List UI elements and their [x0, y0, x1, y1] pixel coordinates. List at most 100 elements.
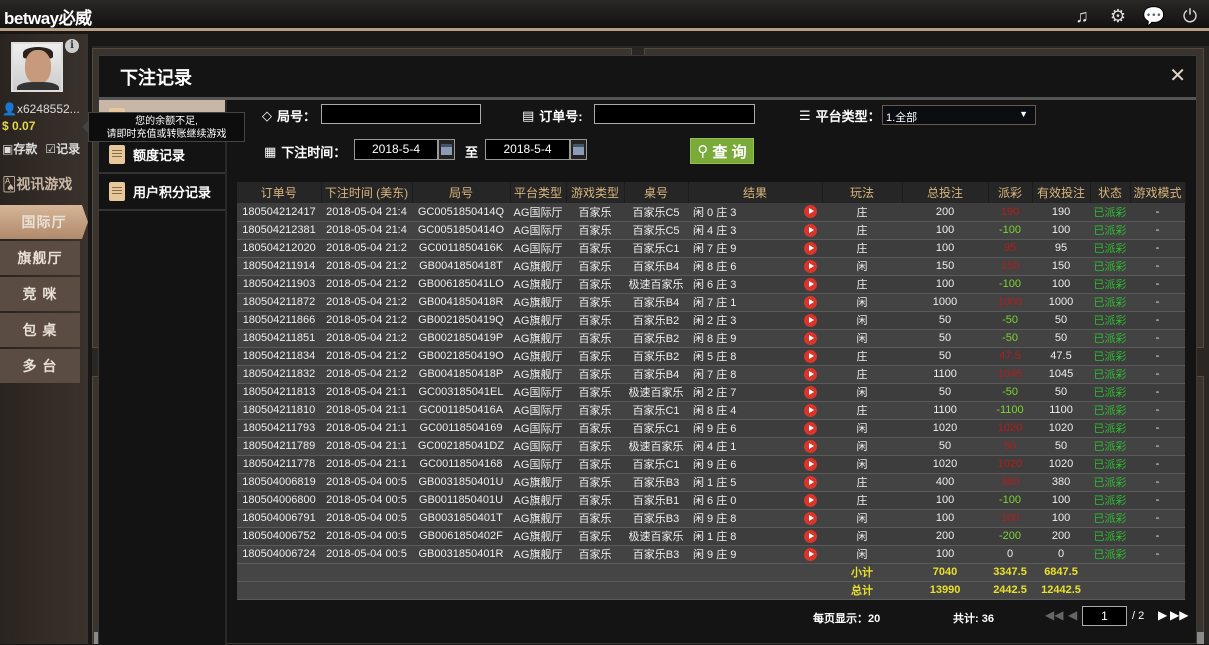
platform: AG国际厅: [510, 221, 566, 240]
nav-item-credit-records[interactable]: 额度记录: [99, 137, 225, 174]
gear-icon[interactable]: ⚙: [1107, 5, 1129, 27]
round-id: GC0011850416A: [412, 401, 510, 420]
play-icon[interactable]: [803, 385, 817, 399]
spacer: [237, 581, 823, 600]
result: 闲 9 庄 9: [688, 545, 798, 564]
sidebar-item-international[interactable]: 国际厅: [0, 205, 88, 239]
table-row: 180504211789 2018-05-04 21:1 GC002185041DZ…: [237, 437, 1186, 456]
table-row: 180504006724 2018-05-04 00:5 GB0031850401R…: [237, 545, 1186, 564]
play-icon[interactable]: [803, 313, 817, 327]
time-label: ▦ 下注时间：: [264, 142, 346, 161]
play-icon[interactable]: [803, 259, 817, 273]
chat-icon[interactable]: 💬: [1143, 5, 1165, 27]
replay-cell: [798, 275, 823, 294]
game-mode: -: [1130, 491, 1186, 510]
page-input[interactable]: [1082, 606, 1127, 626]
sidebar-item-vip-table[interactable]: 包 桌: [0, 313, 80, 347]
info-icon[interactable]: i: [65, 39, 79, 53]
play-icon[interactable]: [803, 277, 817, 291]
play-icon[interactable]: [803, 205, 817, 219]
play-icon[interactable]: [803, 403, 817, 417]
replay-cell: [798, 293, 823, 312]
order-id: 180504211810: [237, 401, 321, 420]
result: 闲 7 庄 1: [688, 293, 798, 312]
game-type: 百家乐: [566, 383, 624, 402]
table-row: 180504211778 2018-05-04 21:1 GC00118504168…: [237, 455, 1186, 474]
column-header: 游戏模式: [1130, 182, 1186, 203]
replay-cell: [798, 203, 823, 222]
sum-valid-bet: 6847.5: [1032, 563, 1091, 582]
prev-page-icon[interactable]: ◀: [1068, 608, 1077, 622]
play-icon[interactable]: [803, 529, 817, 543]
calendar-icon: ▦: [264, 143, 277, 159]
bet-side: 闲: [822, 383, 903, 402]
music-icon[interactable]: ♫: [1071, 5, 1093, 27]
bet-side: 闲: [822, 509, 903, 528]
round-label: ◇ 局号：: [262, 106, 316, 125]
order-input[interactable]: [594, 104, 755, 124]
round-input[interactable]: [321, 104, 481, 124]
calendar-icon[interactable]: [438, 139, 455, 160]
bet-time: 2018-05-04 21:2: [321, 365, 412, 384]
play-icon[interactable]: [803, 457, 817, 471]
total-bet: 1100: [902, 365, 989, 384]
total-bet: 1000: [902, 293, 989, 312]
nav-item-points-records[interactable]: 用户积分记录: [99, 174, 225, 211]
play-icon[interactable]: [803, 295, 817, 309]
valid-bet: 150: [1032, 257, 1091, 276]
platform: AG旗舰厅: [510, 545, 566, 564]
close-icon[interactable]: ✕: [1169, 63, 1186, 88]
play-icon[interactable]: [803, 439, 817, 453]
table-name: 极速百家乐: [624, 527, 688, 546]
calendar-icon[interactable]: [570, 139, 587, 160]
records-link[interactable]: ☑记录: [45, 140, 80, 157]
play-icon[interactable]: [803, 511, 817, 525]
spacer: [1090, 563, 1186, 582]
table-row: 180504211810 2018-05-04 21:1 GC0011850416A…: [237, 401, 1186, 420]
table-name: 百家乐C1: [624, 419, 688, 438]
deposit-link[interactable]: ▣存款: [2, 140, 37, 157]
play-icon[interactable]: [803, 331, 817, 345]
play-icon[interactable]: [803, 547, 817, 561]
order-id: 180504211851: [237, 329, 321, 348]
order-id: 180504212417: [237, 203, 321, 222]
replay-cell: [798, 419, 823, 438]
bet-time: 2018-05-04 21:1: [321, 455, 412, 474]
sidebar-item-squeeze[interactable]: 竞 咪: [0, 277, 80, 311]
sidebar-item-multi-table[interactable]: 多 台: [0, 349, 80, 383]
first-page-icon[interactable]: ◀◀: [1045, 608, 1063, 622]
next-page-icon[interactable]: ▶: [1158, 608, 1167, 622]
last-page-icon[interactable]: ▶▶: [1170, 608, 1188, 622]
play-icon[interactable]: [803, 475, 817, 489]
play-icon[interactable]: [803, 367, 817, 381]
table-row: 180504211903 2018-05-04 21:2 GB006185041LO…: [237, 275, 1186, 294]
play-icon[interactable]: [803, 223, 817, 237]
query-button[interactable]: ⚲ 查 询: [690, 138, 754, 164]
avatar[interactable]: [11, 42, 63, 92]
table-row: 180504211834 2018-05-04 21:2 GB0021850419O…: [237, 347, 1186, 366]
play-icon[interactable]: [803, 421, 817, 435]
game-mode: -: [1130, 329, 1186, 348]
payout: -100: [988, 221, 1033, 240]
game-mode: -: [1130, 437, 1186, 456]
game-mode: -: [1130, 365, 1186, 384]
game-type: 百家乐: [566, 473, 624, 492]
platform-select[interactable]: 1.全部 ▼: [882, 105, 1036, 125]
game-type: 百家乐: [566, 419, 624, 438]
play-icon[interactable]: [803, 241, 817, 255]
game-mode: -: [1130, 383, 1186, 402]
table-name: 百家乐B4: [624, 293, 688, 312]
payout: 100: [988, 509, 1033, 528]
play-icon[interactable]: [803, 349, 817, 363]
round-id: GB0041850418P: [412, 365, 510, 384]
status: 已派彩: [1090, 401, 1131, 420]
sidebar-item-flagship[interactable]: 旗舰厅: [0, 241, 80, 275]
game-type: 百家乐: [566, 347, 624, 366]
date-from-input[interactable]: 2018-5-4: [354, 139, 438, 160]
play-icon[interactable]: [803, 493, 817, 507]
platform: AG旗舰厅: [510, 365, 566, 384]
sidebar: i 👤x6248552... $ 0.07 ▣存款 ☑记录 🂡视讯游戏 国际厅 …: [0, 34, 88, 644]
to-label: 至: [465, 145, 479, 160]
power-icon[interactable]: ⏻: [1179, 5, 1201, 27]
date-to-input[interactable]: 2018-5-4: [485, 139, 570, 160]
